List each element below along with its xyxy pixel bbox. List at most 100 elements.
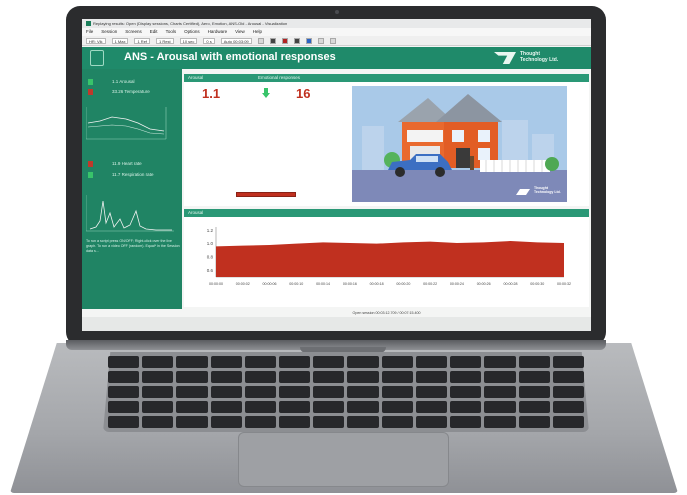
keyboard-key[interactable] [347, 401, 379, 413]
x-tick-label: 00:00:18 [370, 282, 384, 286]
keyboard-key[interactable] [518, 356, 550, 368]
keyboard-key[interactable] [210, 356, 242, 368]
keyboard-key[interactable] [381, 356, 413, 368]
keyboard-key[interactable] [244, 386, 277, 398]
toolbar-field-3[interactable]: 1 Rest [156, 37, 174, 44]
menu-item-help[interactable]: Help [253, 28, 262, 36]
trackpad[interactable] [238, 432, 449, 487]
keyboard-key[interactable] [313, 416, 345, 428]
keyboard-key[interactable] [279, 356, 311, 368]
keyboard-key[interactable] [279, 416, 311, 428]
keyboard-key[interactable] [381, 401, 413, 413]
keyboard-key[interactable] [381, 386, 413, 398]
keyboard-key[interactable] [484, 416, 516, 428]
keyboard-key[interactable] [313, 371, 345, 383]
keyboard-key[interactable] [108, 386, 140, 398]
keyboard-key[interactable] [518, 416, 550, 428]
keyboard-key[interactable] [552, 386, 584, 398]
keyboard-key[interactable] [518, 401, 550, 413]
keyboard-key[interactable] [450, 416, 482, 428]
keyboard-key[interactable] [108, 416, 140, 428]
keyboard-key[interactable] [552, 401, 584, 413]
keyboard-key[interactable] [142, 416, 174, 428]
keyboard-key[interactable] [484, 386, 516, 398]
menu-item-tools[interactable]: Tools [166, 28, 177, 36]
keyboard-key[interactable] [176, 356, 208, 368]
keyboard-key[interactable] [415, 386, 448, 398]
keyboard-key[interactable] [415, 356, 448, 368]
arousal-indicator-icon [88, 79, 93, 85]
toolbar-field-4[interactable]: 10 sec [179, 37, 198, 44]
keyboard-key[interactable] [176, 401, 208, 413]
toolbar-button-3[interactable] [293, 37, 300, 44]
keyboard-key[interactable] [313, 401, 345, 413]
keyboard-key[interactable] [484, 371, 516, 383]
keyboard-key[interactable] [347, 356, 379, 368]
toolbar-button-2[interactable] [281, 37, 288, 44]
keyboard-key[interactable] [108, 371, 140, 383]
keyboard-key[interactable] [552, 356, 584, 368]
keyboard-key[interactable] [210, 416, 242, 428]
keyboard-key[interactable] [450, 401, 482, 413]
menu-item-session[interactable]: Session [101, 28, 117, 36]
toolbar-field-5[interactable]: 0 s [203, 37, 215, 44]
arrow-down-icon [262, 88, 270, 98]
keyboard-key[interactable] [484, 401, 516, 413]
toolbar-button-0[interactable] [257, 37, 264, 44]
menu-item-view[interactable]: View [235, 28, 245, 36]
keyboard-key[interactable] [244, 416, 277, 428]
toolbar-field-0[interactable]: HR: Vlk [86, 37, 106, 44]
keyboard-key[interactable] [176, 386, 208, 398]
keyboard-key[interactable] [552, 416, 584, 428]
keyboard-key[interactable] [552, 371, 584, 383]
keyboard-key[interactable] [347, 416, 379, 428]
menu-item-options[interactable]: Options [184, 28, 200, 36]
keyboard-key[interactable] [450, 386, 482, 398]
keyboard-key[interactable] [108, 356, 140, 368]
keyboard-key[interactable] [142, 401, 174, 413]
keyboard-key[interactable] [518, 386, 550, 398]
keyboard-key[interactable] [279, 386, 311, 398]
menu-item-screens[interactable]: Screens [125, 28, 142, 36]
keyboard-key[interactable] [415, 371, 448, 383]
toolbar-button-4[interactable] [305, 37, 312, 44]
keyboard-key[interactable] [450, 356, 482, 368]
toolbar-button-6[interactable] [329, 37, 336, 44]
toolbar-field-1[interactable]: 1 Max [111, 37, 129, 44]
keyboard-key[interactable] [415, 401, 448, 413]
menu-item-hardware[interactable]: Hardware [208, 28, 228, 36]
keyboard-key[interactable] [347, 386, 379, 398]
keyboard-key[interactable] [210, 386, 242, 398]
toolbar-button-1[interactable] [269, 37, 276, 44]
keyboard-key[interactable] [381, 371, 413, 383]
keyboard-key[interactable] [210, 371, 242, 383]
toolbar-field-2[interactable]: 1 Ref [134, 37, 151, 44]
keyboard-key[interactable] [108, 401, 140, 413]
keyboard-key[interactable] [176, 416, 208, 428]
menu-item-file[interactable]: File [86, 28, 93, 36]
home-icon[interactable] [90, 50, 104, 66]
toolbar-button-5[interactable] [317, 37, 324, 44]
keyboard-key[interactable] [450, 371, 482, 383]
keyboard-key[interactable] [176, 371, 208, 383]
keyboard-key[interactable] [279, 371, 311, 383]
keyboard-key[interactable] [142, 356, 174, 368]
keyboard-key[interactable] [279, 401, 311, 413]
keyboard-key[interactable] [381, 416, 413, 428]
keyboard-key[interactable] [347, 371, 379, 383]
toolbar-field-6[interactable]: Auto 00:03:09 [220, 37, 252, 44]
keyboard-key[interactable] [142, 386, 174, 398]
keyboard-key[interactable] [313, 386, 345, 398]
keyboard-key[interactable] [415, 416, 448, 428]
x-tick-label: 00:00:14 [316, 282, 330, 286]
menu-item-edit[interactable]: Edit [150, 28, 158, 36]
keyboard-key[interactable] [484, 356, 516, 368]
screen-title: ANS - Arousal with emotional responses [124, 51, 336, 63]
keyboard-key[interactable] [210, 401, 242, 413]
keyboard-key[interactable] [244, 401, 277, 413]
keyboard-key[interactable] [244, 371, 277, 383]
keyboard-key[interactable] [142, 371, 174, 383]
keyboard-key[interactable] [244, 356, 277, 368]
keyboard-key[interactable] [313, 356, 345, 368]
keyboard-key[interactable] [518, 371, 550, 383]
